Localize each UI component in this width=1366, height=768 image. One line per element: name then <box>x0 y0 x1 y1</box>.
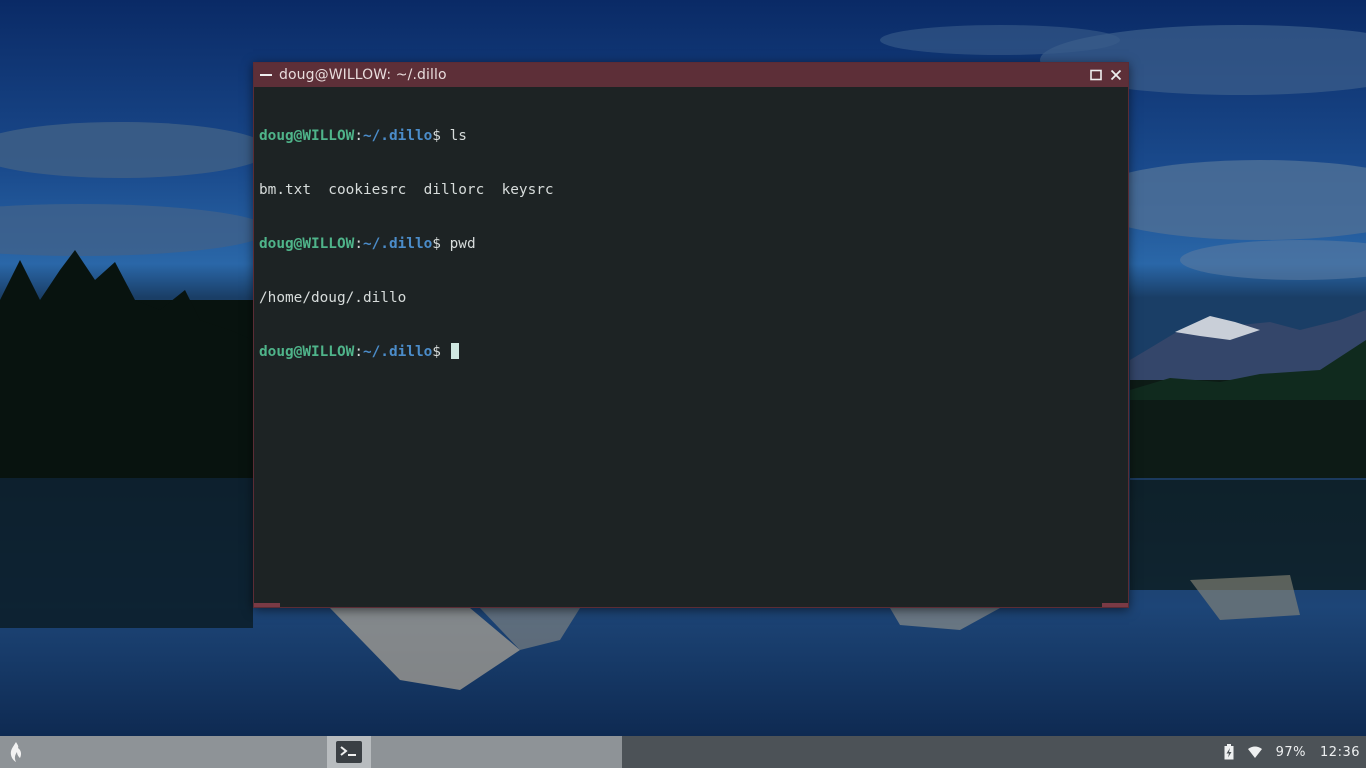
prompt-dollar: $ <box>432 344 441 360</box>
output-text: bm.txt cookiesrc dillorc keysrc <box>259 182 554 198</box>
prompt-dollar: $ <box>432 128 441 144</box>
terminal-line: doug@WILLOW:~/.dillo$ pwd <box>259 235 1123 253</box>
terminal-line: /home/doug/.dillo <box>259 289 1123 307</box>
command-text <box>441 344 450 360</box>
prompt-user: doug@WILLOW <box>259 344 355 360</box>
taskbar-terminal-item[interactable] <box>327 736 371 768</box>
prompt-user: doug@WILLOW <box>259 236 355 252</box>
taskbar: 97% 12:36 <box>0 736 1366 768</box>
wifi-indicator[interactable] <box>1247 746 1262 758</box>
prompt-path: ~/.dillo <box>362 344 433 360</box>
prompt-separator: : <box>354 128 363 144</box>
window-titlebar[interactable]: doug@WILLOW: ~/.dillo <box>254 63 1128 87</box>
window-title: doug@WILLOW: ~/.dillo <box>279 67 447 83</box>
terminal-line: doug@WILLOW:~/.dillo$ ls <box>259 127 1123 145</box>
battery-percent: 97% <box>1275 744 1307 760</box>
command-text: ls <box>440 128 467 144</box>
output-text: /home/doug/.dillo <box>259 290 407 306</box>
terminal-icon <box>336 741 362 763</box>
terminal-line: doug@WILLOW:~/.dillo$ <box>259 343 1123 361</box>
terminal-line: bm.txt cookiesrc dillorc keysrc <box>259 181 1123 199</box>
terminal-window[interactable]: doug@WILLOW: ~/.dillo doug@WILLOW:~/.dil… <box>253 62 1129 608</box>
prompt-path: ~/.dillo <box>362 128 433 144</box>
terminal-cursor <box>450 343 459 359</box>
maximize-icon <box>1090 69 1102 81</box>
prompt-separator: : <box>354 344 363 360</box>
prompt-dollar: $ <box>432 236 441 252</box>
clock[interactable]: 12:36 <box>1320 745 1360 760</box>
system-tray: 97% 12:36 <box>1210 736 1366 768</box>
flame-icon <box>10 742 22 762</box>
window-menu-icon[interactable] <box>260 74 272 76</box>
start-menu-button[interactable] <box>0 736 32 768</box>
prompt-path: ~/.dillo <box>362 236 433 252</box>
terminal-output[interactable]: doug@WILLOW:~/.dillo$ ls bm.txt cookiesr… <box>254 87 1128 397</box>
wifi-icon <box>1247 746 1262 758</box>
resize-handle-right[interactable] <box>1102 603 1128 607</box>
battery-indicator[interactable] <box>1224 744 1234 760</box>
prompt-separator: : <box>354 236 363 252</box>
battery-charging-icon <box>1224 744 1234 760</box>
close-icon <box>1110 69 1122 81</box>
maximize-button[interactable] <box>1088 67 1104 83</box>
taskbar-task-area <box>0 736 622 768</box>
prompt-user: doug@WILLOW <box>259 128 355 144</box>
resize-handle-left[interactable] <box>254 603 280 607</box>
close-button[interactable] <box>1108 67 1124 83</box>
command-text: pwd <box>440 236 476 252</box>
